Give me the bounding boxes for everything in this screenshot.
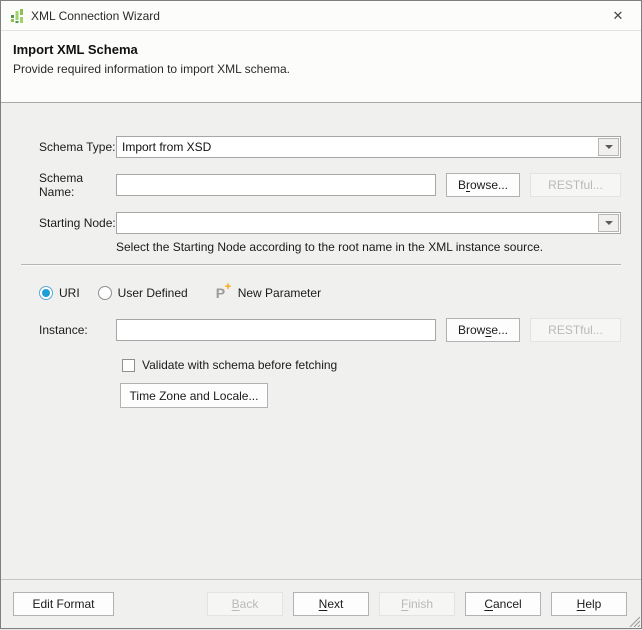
wizard-content: Schema Type: Import from XSD Schema Name… [1, 103, 641, 579]
radio-user-defined[interactable]: User Defined [97, 286, 188, 300]
starting-node-dropdown[interactable] [116, 212, 621, 234]
starting-node-hint: Select the Starting Node according to th… [116, 240, 544, 254]
schema-type-dropdown-button[interactable] [598, 138, 619, 156]
source-mode-row: URI User Defined P + New Parameter [39, 281, 621, 301]
schema-name-input[interactable] [116, 174, 436, 196]
starting-node-label: Starting Node: [39, 216, 116, 230]
validate-checkbox-label: Validate with schema before fetching [142, 358, 338, 372]
instance-input[interactable] [116, 319, 436, 341]
validate-checkbox[interactable] [122, 358, 135, 372]
xml-connection-wizard-dialog: XML Connection Wizard ✕ Import XML Schem… [0, 0, 642, 629]
schema-type-row: Schema Type: Import from XSD [39, 136, 621, 158]
schema-type-dropdown[interactable]: Import from XSD [116, 136, 621, 158]
back-button[interactable]: Back [207, 592, 283, 616]
timezone-locale-button[interactable]: Time Zone and Locale... [120, 383, 268, 408]
wizard-header: Import XML Schema Provide required infor… [1, 31, 641, 103]
app-icon [9, 8, 25, 24]
resize-grip-handle[interactable] [627, 614, 641, 628]
schema-name-restful-button[interactable]: RESTful... [530, 173, 621, 197]
window-title: XML Connection Wizard [31, 8, 160, 23]
radio-user-defined-label: User Defined [117, 286, 188, 300]
radio-uri-label: URI [59, 286, 80, 300]
help-button[interactable]: Help [551, 592, 627, 616]
instance-restful-button[interactable]: RESTful... [530, 318, 621, 342]
page-title: Import XML Schema [13, 42, 138, 57]
radio-uri-circle [39, 286, 53, 300]
schema-name-label: Schema Name: [39, 171, 84, 199]
validate-checkbox-row[interactable]: Validate with schema before fetching [122, 358, 621, 372]
next-button[interactable]: Next [293, 592, 369, 616]
schema-type-label: Schema Type: [39, 140, 116, 154]
radio-uri[interactable]: URI [39, 286, 80, 300]
cancel-button[interactable]: Cancel [465, 592, 541, 616]
chevron-down-icon [604, 221, 613, 225]
page-subtitle: Provide required information to import X… [13, 62, 291, 76]
new-parameter-icon: P + [215, 281, 232, 301]
section-separator [21, 264, 621, 266]
radio-selected-dot [42, 289, 50, 297]
schema-name-row: Schema Name: Browse... RESTful... [39, 171, 621, 199]
close-icon[interactable]: ✕ [607, 5, 629, 27]
schema-name-browse-button[interactable]: Browse... [446, 173, 520, 197]
edit-format-button[interactable]: Edit Format [13, 592, 114, 616]
starting-node-row: Starting Node: [39, 212, 621, 234]
starting-node-dropdown-button[interactable] [598, 214, 619, 232]
instance-label: Instance: [39, 323, 88, 337]
new-parameter-label: New Parameter [237, 286, 322, 300]
footer-button-bar: Edit Format Back Next Finish Cancel Help [1, 579, 641, 628]
finish-button[interactable]: Finish [379, 592, 455, 616]
instance-browse-button[interactable]: Browse... [446, 318, 520, 342]
schema-type-value: Import from XSD [122, 140, 212, 154]
chevron-down-icon [604, 145, 613, 149]
new-parameter-link[interactable]: P + New Parameter [215, 281, 322, 301]
radio-user-defined-circle [97, 286, 112, 300]
instance-row: Instance: Browse... RESTful... [39, 318, 621, 342]
titlebar[interactable]: XML Connection Wizard ✕ [1, 1, 641, 31]
